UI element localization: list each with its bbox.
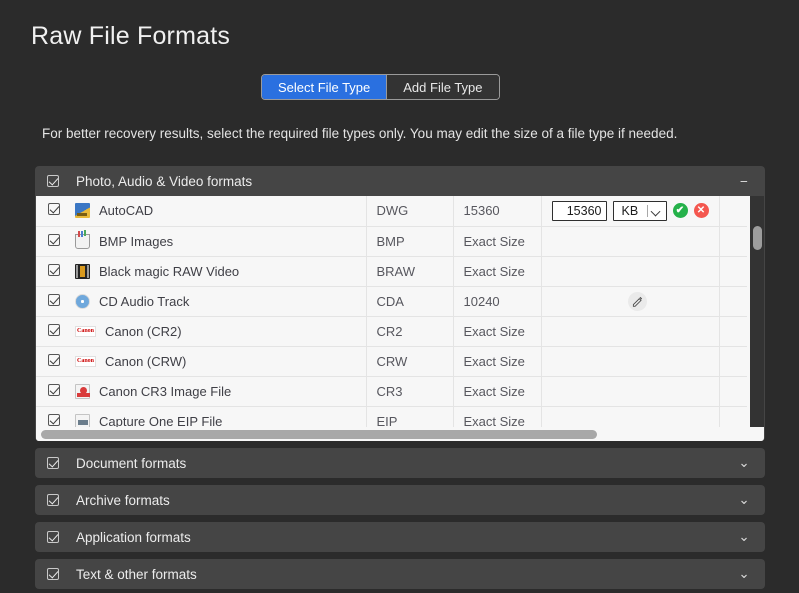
chevron-down-icon[interactable]: ⌄	[737, 529, 751, 544]
row-extension: CR2	[366, 316, 454, 347]
table-row[interactable]: CD Audio Track CDA 10240	[36, 286, 747, 317]
section-label: Application formats	[76, 529, 191, 545]
section-header-document-formats[interactable]: Document formats ⌄	[35, 448, 765, 478]
file-type-table: AutoCAD DWG 15360 KB	[36, 196, 747, 437]
section-checkbox-photo-audio-video[interactable]	[47, 175, 59, 187]
unit-select[interactable]: KB	[612, 200, 667, 221]
file-type-tab-group: Select File Type Add File Type	[261, 74, 500, 100]
row-name: Canon (CR2)	[105, 323, 182, 339]
row-size: Exact Size	[453, 346, 542, 377]
raw-file-formats-page: Raw File Formats Select File Type Add Fi…	[0, 0, 799, 593]
row-checkbox[interactable]	[48, 233, 60, 246]
file-type-table-container: AutoCAD DWG 15360 KB	[36, 196, 764, 441]
row-name: Black magic RAW Video	[99, 263, 240, 279]
horizontal-scrollbar-thumb[interactable]	[41, 430, 597, 439]
table-row[interactable]: Black magic RAW Video BRAW Exact Size	[36, 256, 747, 287]
row-name: BMP Images	[99, 233, 174, 249]
scrollbar-corner	[750, 427, 764, 441]
row-checkbox[interactable]	[48, 263, 60, 276]
tab-add-file-type[interactable]: Add File Type	[387, 75, 499, 99]
file-type-table-body: AutoCAD DWG 15360 KB	[36, 196, 747, 437]
row-name: CD Audio Track	[99, 293, 190, 309]
row-checkbox[interactable]	[48, 203, 60, 216]
pencil-icon	[632, 296, 642, 307]
canon-logo-icon	[75, 325, 96, 337]
edit-pencil-button[interactable]	[627, 291, 647, 311]
section-label: Document formats	[76, 455, 187, 471]
chevron-down-icon[interactable]: ⌄	[737, 455, 751, 470]
section-photo-audio-video: Photo, Audio & Video formats − AutoCAD D…	[35, 166, 765, 441]
horizontal-scrollbar[interactable]	[36, 427, 747, 441]
unit-select-divider	[646, 204, 648, 217]
vertical-scrollbar[interactable]	[750, 196, 764, 441]
tab-select-file-type[interactable]: Select File Type	[262, 75, 388, 99]
section-header-application-formats[interactable]: Application formats ⌄	[35, 522, 765, 552]
row-size: 10240	[453, 286, 542, 317]
row-checkbox[interactable]	[48, 353, 60, 366]
section-text-other-formats: Text & other formats ⌄	[35, 559, 765, 589]
chevron-down-icon[interactable]: ⌄	[737, 566, 751, 581]
size-input[interactable]	[551, 200, 607, 221]
section-document-formats: Document formats ⌄	[35, 448, 765, 478]
chevron-down-icon[interactable]: ⌄	[737, 492, 751, 507]
vertical-scrollbar-thumb[interactable]	[753, 226, 762, 250]
section-checkbox-document-formats[interactable]	[47, 457, 59, 469]
section-archive-formats: Archive formats ⌄	[35, 485, 765, 515]
section-checkbox-application-formats[interactable]	[47, 531, 59, 543]
autocad-icon	[75, 203, 90, 219]
row-size: Exact Size	[453, 226, 542, 257]
row-size: 15360	[453, 196, 542, 227]
row-size: Exact Size	[453, 256, 542, 287]
table-row[interactable]: Canon (CRW) CRW Exact Size	[36, 346, 747, 377]
section-label: Archive formats	[76, 492, 170, 508]
section-checkbox-archive-formats[interactable]	[47, 494, 59, 506]
row-extension: CR3	[366, 376, 454, 407]
row-checkbox[interactable]	[48, 293, 60, 306]
row-name: AutoCAD	[99, 203, 154, 219]
row-size: Exact Size	[453, 376, 542, 407]
row-extension: BMP	[366, 226, 454, 257]
page-title: Raw File Formats	[31, 22, 231, 50]
page-description: For better recovery results, select the …	[42, 126, 678, 141]
section-application-formats: Application formats ⌄	[35, 522, 765, 552]
table-row[interactable]: BMP Images BMP Exact Size	[36, 226, 747, 257]
cd-audio-icon	[75, 293, 90, 309]
table-row[interactable]: AutoCAD DWG 15360 KB	[36, 196, 747, 227]
row-extension: BRAW	[366, 256, 454, 287]
row-extension: CDA	[366, 286, 454, 317]
format-sections-list: Photo, Audio & Video formats − AutoCAD D…	[35, 166, 765, 593]
row-extension: DWG	[366, 196, 454, 227]
table-row[interactable]: Canon CR3 Image File CR3 Exact Size	[36, 376, 747, 407]
unit-select-value: KB	[621, 203, 639, 218]
row-size: Exact Size	[453, 316, 542, 347]
section-header-archive-formats[interactable]: Archive formats ⌄	[35, 485, 765, 515]
section-label: Text & other formats	[76, 566, 197, 582]
collapse-minus-icon[interactable]: −	[737, 174, 751, 189]
section-label: Photo, Audio & Video formats	[76, 173, 253, 189]
section-header-text-other-formats[interactable]: Text & other formats ⌄	[35, 559, 765, 589]
canon-logo-icon	[75, 355, 96, 367]
size-editor: KB ✔ ✕	[551, 200, 709, 221]
section-checkbox-text-other-formats[interactable]	[47, 568, 59, 580]
cancel-button[interactable]: ✕	[693, 203, 709, 219]
chevron-down-icon[interactable]	[650, 206, 660, 217]
bmp-image-icon	[75, 230, 90, 249]
row-checkbox[interactable]	[48, 323, 60, 336]
row-extension: CRW	[366, 346, 454, 377]
row-name: Canon CR3 Image File	[99, 383, 232, 399]
row-checkbox[interactable]	[48, 413, 60, 426]
confirm-button[interactable]: ✔	[672, 203, 688, 219]
table-row[interactable]: Canon (CR2) CR2 Exact Size	[36, 316, 747, 347]
row-checkbox[interactable]	[48, 383, 60, 396]
braw-video-icon	[75, 263, 90, 279]
canon-cr3-file-icon	[75, 383, 90, 399]
section-header-photo-audio-video[interactable]: Photo, Audio & Video formats −	[35, 166, 765, 196]
row-name: Canon (CRW)	[105, 353, 187, 369]
